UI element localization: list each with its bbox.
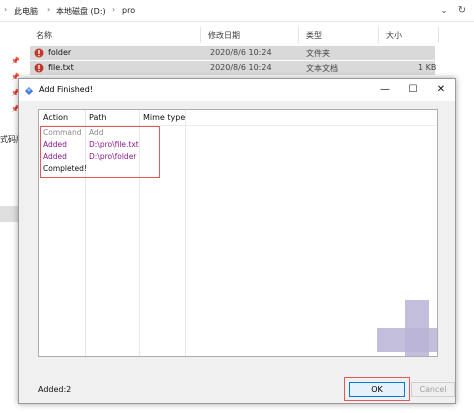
- file-type: 文件夹: [306, 49, 330, 58]
- cancel-button[interactable]: Cancel: [411, 382, 455, 397]
- column-divider[interactable]: [185, 110, 186, 356]
- file-row-folder[interactable]: folder 2020/8/6 10:24 文件夹: [30, 46, 435, 60]
- minimize-button[interactable]: —: [371, 79, 399, 101]
- file-row-file-txt[interactable]: file.txt 2020/8/6 10:24 文本文档 1 KB: [30, 61, 437, 75]
- add-watermark-icon: [377, 300, 437, 356]
- column-mime-type[interactable]: Mime type: [143, 113, 185, 122]
- address-bar[interactable]: › 此电脑 › 本地磁盘 (D:) › pro ⌄ ↻: [0, 0, 474, 22]
- column-name[interactable]: 名称: [36, 30, 52, 41]
- status-text: Added:2: [38, 385, 72, 394]
- maximize-button[interactable]: ☐: [399, 79, 427, 101]
- breadcrumb-local-disk[interactable]: 本地磁盘 (D:): [56, 6, 106, 17]
- column-action[interactable]: Action: [43, 113, 68, 122]
- file-type: 文本文档: [306, 64, 338, 73]
- column-path[interactable]: Path: [89, 113, 107, 122]
- dialog-titlebar[interactable]: Add Finished! — ☐ ✕: [19, 79, 455, 101]
- refresh-icon[interactable]: ↻: [455, 5, 469, 17]
- column-divider[interactable]: [200, 27, 201, 43]
- file-size: 1 KB: [418, 63, 437, 72]
- pin-icon[interactable]: 📌: [11, 57, 20, 65]
- results-list[interactable]: Action Path Mime type Command Add Added …: [38, 109, 438, 357]
- close-button[interactable]: ✕: [427, 79, 455, 101]
- file-name: file.txt: [48, 63, 74, 72]
- chevron-right-icon: ›: [4, 5, 8, 14]
- dialog-title: Add Finished!: [39, 85, 94, 94]
- add-finished-dialog: Add Finished! — ☐ ✕ Action Path Mime typ…: [18, 78, 456, 404]
- sidebar-item-selected[interactable]: [0, 206, 18, 222]
- highlight-box: [40, 126, 160, 178]
- file-date: 2020/8/6 10:24: [210, 48, 272, 57]
- breadcrumb-this-pc[interactable]: 此电脑: [14, 6, 38, 17]
- svn-conflict-icon: [34, 63, 44, 73]
- tortoise-icon: [25, 87, 33, 95]
- column-divider[interactable]: [378, 27, 379, 43]
- breadcrumb-pro[interactable]: pro: [122, 6, 135, 15]
- svn-conflict-icon: [34, 48, 44, 58]
- column-type[interactable]: 类型: [306, 30, 322, 41]
- chevron-right-icon: ›: [47, 5, 51, 14]
- file-date: 2020/8/6 10:24: [210, 63, 272, 72]
- column-header: 名称 修改日期 类型 大小: [28, 27, 474, 43]
- chevron-right-icon: ›: [112, 5, 116, 14]
- column-divider[interactable]: [438, 27, 439, 43]
- column-date[interactable]: 修改日期: [208, 30, 240, 41]
- file-name: folder: [48, 48, 72, 57]
- column-size[interactable]: 大小: [386, 30, 402, 41]
- column-divider[interactable]: [298, 27, 299, 43]
- chevron-down-icon[interactable]: ⌄: [438, 5, 450, 17]
- ok-button[interactable]: OK: [349, 382, 405, 397]
